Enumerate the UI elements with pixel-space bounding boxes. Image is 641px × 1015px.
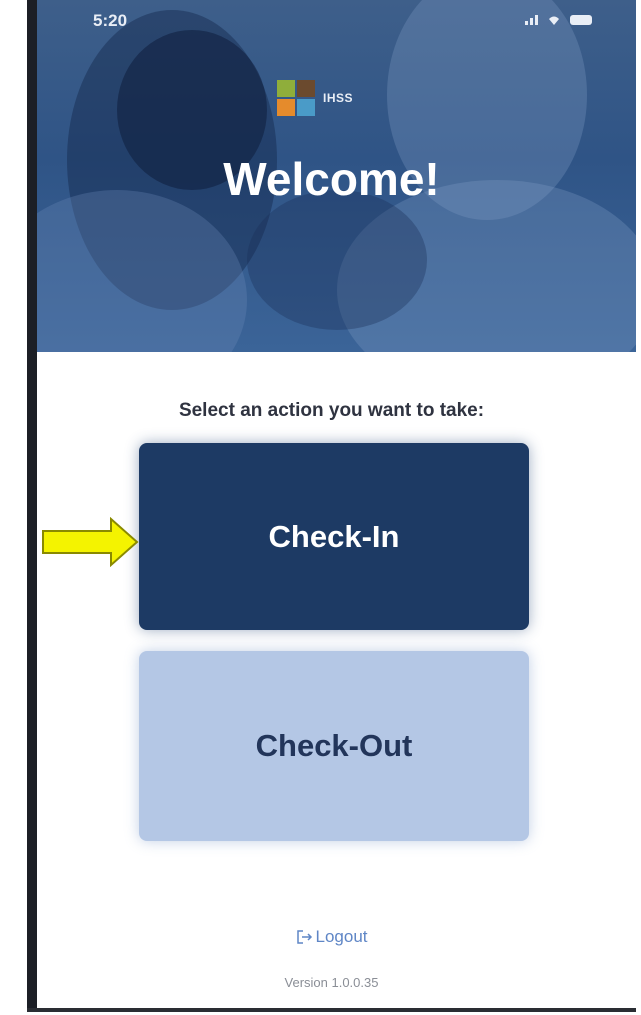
logout-link[interactable]: Logout	[27, 927, 636, 947]
app-logo: IHSS	[277, 80, 353, 116]
hero-photo-shape	[247, 190, 427, 330]
device-frame	[27, 1008, 636, 1012]
page-title: Welcome!	[223, 153, 440, 205]
device-frame	[27, 0, 37, 1012]
logout-label: Logout	[315, 927, 368, 946]
status-icons	[525, 13, 592, 25]
check-out-label: Check-Out	[255, 728, 413, 763]
logout-icon	[296, 930, 312, 944]
battery-icon	[570, 15, 592, 25]
app-screen: 5:20 IHSS Welcome! Select an action you …	[27, 0, 636, 1012]
hero-banner: 5:20 IHSS Welcome!	[27, 0, 636, 352]
check-out-button[interactable]: Check-Out	[139, 651, 529, 841]
status-time: 5:20	[93, 11, 128, 30]
check-in-label: Check-In	[268, 518, 400, 554]
status-bar: 5:20	[27, 0, 636, 40]
action-prompt: Select an action you want to take:	[178, 400, 485, 421]
logo-icon	[277, 80, 315, 116]
check-in-button[interactable]: Check-In	[139, 443, 529, 630]
signal-icon	[525, 15, 538, 25]
version-text: Version 1.0.0.35	[284, 975, 379, 990]
wifi-icon	[549, 16, 559, 25]
logo-text: IHSS	[323, 91, 354, 105]
arrow-icon	[42, 517, 139, 567]
